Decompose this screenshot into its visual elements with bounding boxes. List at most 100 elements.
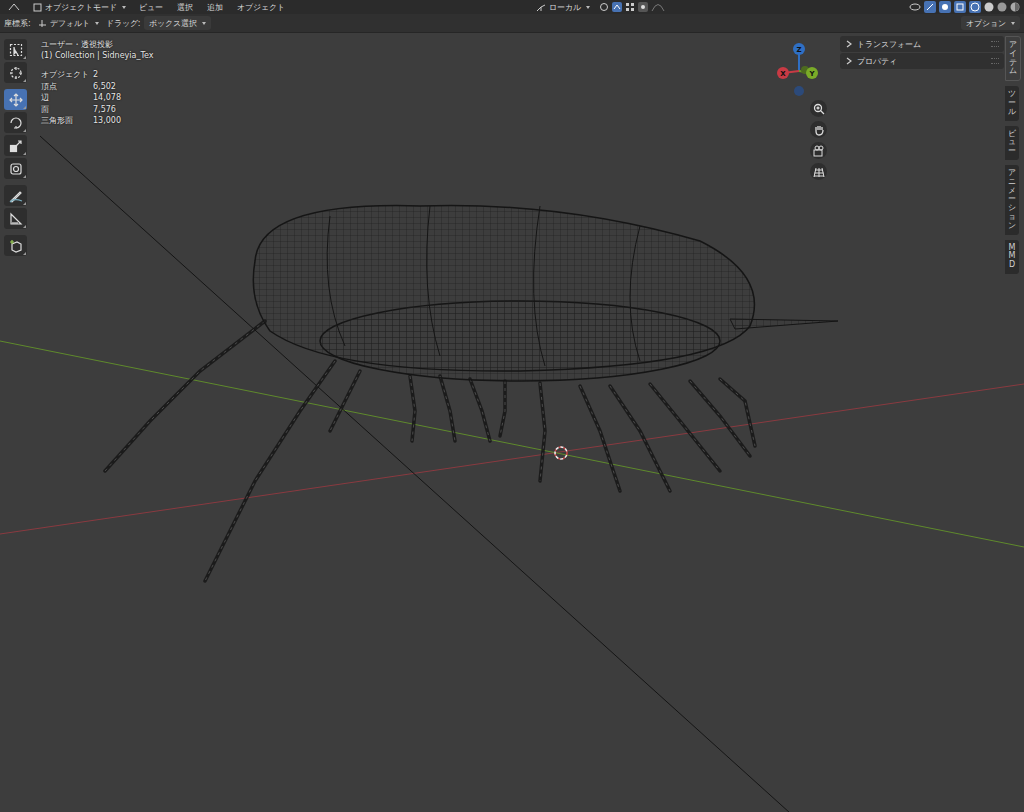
pivot-icon — [599, 2, 609, 12]
coord-dropdown[interactable]: デフォルト — [35, 17, 102, 29]
snap-controls[interactable] — [599, 2, 665, 12]
y-axis-label: Y — [808, 70, 815, 78]
tool-button[interactable] — [4, 235, 27, 256]
object-icon — [33, 3, 42, 12]
tool-button[interactable] — [4, 62, 27, 83]
material-shading-icon — [997, 2, 1007, 12]
snap-icon — [612, 2, 622, 12]
move-icon — [9, 93, 23, 107]
xray-icon — [954, 1, 966, 13]
tool-button[interactable] — [4, 89, 27, 110]
stat-value: 2 — [93, 69, 154, 81]
overlay-toggle-icon — [939, 1, 951, 13]
rendered-shading-icon — [1010, 2, 1020, 12]
measure-icon — [9, 212, 23, 226]
stat-value: 14,078 — [93, 92, 154, 104]
stat-label: 三角形面 — [41, 115, 93, 127]
tool-button[interactable] — [4, 185, 27, 206]
tool-button[interactable] — [4, 39, 27, 60]
options-dropdown[interactable]: オプション — [961, 16, 1020, 30]
viewport-shading[interactable] — [909, 1, 1020, 13]
chevron-icon — [845, 40, 853, 48]
tool-button[interactable] — [4, 208, 27, 229]
stat-value: 6,502 — [93, 81, 154, 93]
select-icon — [9, 43, 23, 57]
pan-button[interactable] — [810, 121, 827, 138]
solid-shading-icon — [984, 2, 994, 12]
3d-cursor[interactable] — [555, 447, 567, 459]
tool-settings-bar: 座標系: デフォルトドラッグ:ボックス選択 オプション — [0, 14, 1024, 33]
stat-label: 面 — [41, 104, 93, 116]
menu-item[interactable]: 追加 — [203, 2, 227, 13]
rotate-icon — [9, 116, 23, 130]
sidebar-tab[interactable]: ツール — [1005, 86, 1019, 120]
sidebar-tab[interactable]: ビュー — [1005, 126, 1019, 160]
wireframe-model[interactable] — [105, 205, 838, 581]
z-axis-label: Z — [796, 46, 801, 54]
grid-icon — [813, 166, 825, 178]
menu-item[interactable]: ビュー — [135, 2, 167, 13]
toolbar — [4, 39, 27, 256]
annotate-icon — [9, 189, 23, 203]
header-bar: オブジェクトモードビュー選択追加オブジェクト ローカル — [0, 0, 1024, 14]
stat-label: オブジェクト — [41, 69, 93, 81]
drag-handle[interactable] — [991, 58, 999, 64]
tool-button[interactable] — [4, 158, 27, 179]
falloff-icon — [651, 2, 665, 12]
drag-dropdown[interactable]: ボックス選択 — [144, 16, 211, 30]
scene-canvas[interactable] — [0, 33, 1024, 812]
sidebar-panel[interactable]: プロパティ — [840, 53, 1004, 69]
addcube-icon — [9, 239, 23, 253]
sidebar-panel[interactable]: トランスフォーム — [840, 36, 1004, 52]
blender-window: オブジェクトモードビュー選択追加オブジェクトローカル座標系:デフォルトドラッグ:… — [0, 0, 1024, 812]
sidebar-tab[interactable]: アイテム — [1005, 36, 1021, 81]
tool-button[interactable] — [4, 135, 27, 156]
tool-group — [4, 89, 27, 179]
camera-button[interactable] — [810, 142, 827, 159]
sidebar-tab[interactable]: MMD — [1005, 240, 1019, 274]
stat-label: 頂点 — [41, 81, 93, 93]
collection-name: (1) Collection | Sidneyia_Tex — [41, 50, 154, 61]
visibility-icon — [909, 2, 921, 12]
stats-table: オブジェクト2頂点6,502辺14,078面7,576三角形面13,000 — [41, 69, 154, 127]
zoom-icon — [813, 103, 825, 115]
axis-icon — [7, 2, 21, 12]
tool-group — [4, 235, 27, 256]
scale-icon — [9, 139, 23, 153]
menu-item[interactable]: オブジェクト — [233, 2, 289, 13]
snap-grid-icon — [625, 2, 635, 12]
tool-group — [4, 39, 27, 83]
proportional-icon — [638, 2, 648, 12]
coord-label: 座標系: — [4, 18, 31, 29]
coord-icon — [38, 19, 47, 28]
wireframe-shading-icon — [969, 1, 981, 13]
sidebar-tabs: アイテムツールビューアニメーション MMD — [1005, 36, 1021, 274]
x-axis-line — [0, 384, 1024, 534]
viewport-info: ユーザー・透視投影(1) Collection | Sidneyia_Texオブ… — [41, 39, 154, 127]
chevron-icon — [845, 57, 853, 65]
transform-icon — [9, 162, 23, 176]
stat-value: 7,576 — [93, 104, 154, 116]
camera-icon — [813, 145, 825, 157]
drag-label: ドラッグ: — [106, 18, 141, 29]
orientation-dropdown[interactable]: ローカル — [533, 1, 593, 13]
hand-icon — [813, 124, 825, 136]
cursor-icon — [9, 66, 23, 80]
orientation-icon — [536, 3, 546, 12]
stat-label: 辺 — [41, 92, 93, 104]
perspective-button[interactable] — [810, 163, 827, 180]
tool-button[interactable] — [4, 112, 27, 133]
3d-viewport[interactable]: ユーザー・透視投影(1) Collection | Sidneyia_Texオブ… — [0, 33, 1024, 812]
gizmo-toggle-icon — [924, 1, 936, 13]
menu-item[interactable]: 選択 — [173, 2, 197, 13]
stat-value: 13,000 — [93, 115, 154, 127]
zoom-button[interactable] — [810, 100, 827, 117]
sidebar: トランスフォームプロパティ — [840, 36, 1004, 69]
editor-type-button[interactable] — [4, 1, 24, 13]
mode-dropdown[interactable]: オブジェクトモード — [30, 1, 129, 13]
navigation-gizmo[interactable]: ZXY — [771, 39, 827, 99]
tool-group — [4, 185, 27, 229]
camera-line — [40, 136, 790, 812]
drag-handle[interactable] — [991, 41, 999, 47]
sidebar-tab[interactable]: アニメーション — [1005, 165, 1019, 235]
